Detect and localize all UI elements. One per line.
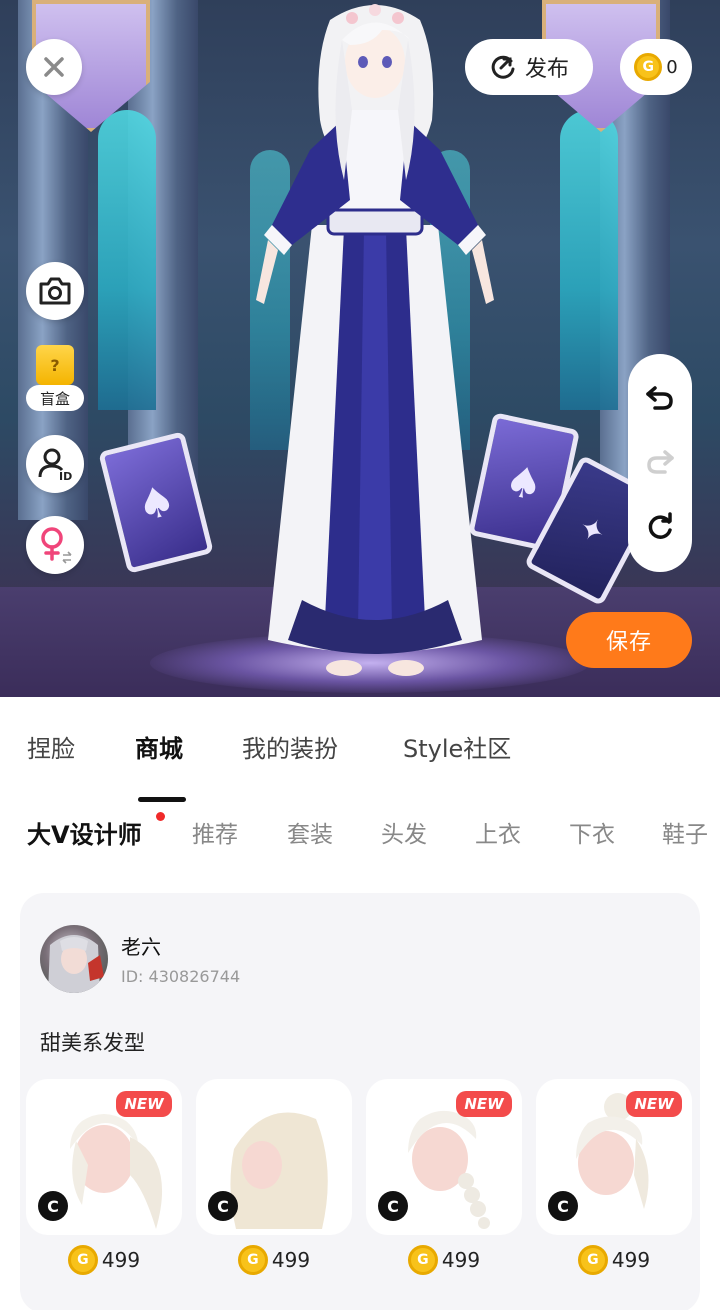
coin-icon: G — [407, 1245, 438, 1275]
main-tabs: 捏脸 商城 我的装扮 Style社区 — [0, 721, 720, 802]
undo-icon[interactable] — [645, 384, 675, 412]
female-icon — [41, 527, 72, 564]
close-icon — [44, 57, 64, 77]
designer-id: ID: 430826744 — [121, 967, 241, 986]
user-id-icon: ID — [38, 448, 72, 482]
price-value: 499 — [441, 1248, 481, 1272]
designer-card: 老六 ID: 430826744 甜美系发型 NEW C G 499 C G 4… — [20, 893, 700, 1310]
item-price: G 499 — [366, 1243, 522, 1277]
designer-avatar[interactable] — [40, 925, 108, 993]
history-controls — [628, 354, 692, 572]
price-value: 499 — [611, 1248, 651, 1272]
item-thumbnail: C — [196, 1079, 352, 1235]
blindbox-icon: ? — [36, 345, 74, 385]
item-price: G 499 — [536, 1243, 692, 1277]
coin-icon: G — [237, 1245, 268, 1275]
item-price: G 499 — [196, 1243, 352, 1277]
blindbox-label: 盲盒 — [26, 385, 84, 411]
reset-icon[interactable] — [645, 512, 675, 542]
coin-icon: G — [577, 1245, 608, 1275]
item-thumbnail: NEW C — [26, 1079, 182, 1235]
item-list: NEW C G 499 C G 499 NEW C G 499 NEW C G … — [26, 1079, 694, 1279]
price-value: 499 — [271, 1248, 311, 1272]
item-card[interactable]: NEW C G 499 — [366, 1079, 522, 1279]
category-tab-designer[interactable]: 大V设计师 — [27, 815, 142, 850]
camera-button[interactable] — [26, 262, 84, 320]
background-window — [560, 110, 618, 410]
gender-switch-button[interactable] — [26, 516, 84, 574]
save-button[interactable]: 保存 — [566, 612, 692, 668]
avatar-character[interactable] — [232, 0, 518, 690]
notification-dot — [156, 812, 165, 821]
new-badge: NEW — [626, 1091, 682, 1117]
publish-button[interactable]: 发布 — [465, 39, 593, 95]
designer-name[interactable]: 老六 — [121, 931, 161, 960]
svg-text:ID: ID — [59, 470, 72, 482]
coin-icon: G — [634, 53, 663, 81]
item-card[interactable]: NEW C G 499 — [536, 1079, 692, 1279]
creator-badge-icon: C — [548, 1191, 578, 1221]
category-tab-suits[interactable]: 套装 — [287, 815, 333, 849]
avatar-preview-scene[interactable]: ♠ ♠ ✦ ? 盲盒 ID 发布 G 0 保存 — [0, 0, 720, 697]
tab-face[interactable]: 捏脸 — [27, 729, 75, 764]
item-thumbnail: NEW C — [536, 1079, 692, 1235]
price-value: 499 — [101, 1248, 141, 1272]
category-tabs: 大V设计师 推荐 套装 头发 上衣 下衣 鞋子 — [0, 811, 720, 857]
close-button[interactable] — [26, 39, 82, 95]
avatar-id-button[interactable]: ID — [26, 435, 84, 493]
category-tab-recommend[interactable]: 推荐 — [192, 815, 238, 849]
creator-badge-icon: C — [378, 1191, 408, 1221]
avatar-image — [48, 935, 104, 993]
new-badge: NEW — [116, 1091, 172, 1117]
item-card[interactable]: NEW C G 499 — [26, 1079, 182, 1279]
collection-title: 甜美系发型 — [40, 1031, 145, 1055]
redo-icon[interactable] — [645, 448, 675, 476]
camera-icon — [39, 277, 71, 305]
item-price: G 499 — [26, 1243, 182, 1277]
publish-icon — [491, 55, 515, 79]
tab-shop[interactable]: 商城 — [135, 729, 183, 764]
tab-my-outfits[interactable]: 我的装扮 — [242, 729, 338, 764]
category-tab-tops[interactable]: 上衣 — [475, 815, 521, 849]
blindbox-button[interactable]: ? 盲盒 — [26, 345, 84, 411]
category-tab-bottoms[interactable]: 下衣 — [569, 815, 615, 849]
publish-label: 发布 — [524, 57, 569, 82]
coin-balance-value: 0 — [666, 56, 678, 78]
coin-icon: G — [67, 1245, 98, 1275]
category-tab-hair[interactable]: 头发 — [381, 815, 427, 849]
background-window — [98, 110, 156, 410]
active-tab-indicator — [138, 797, 186, 802]
coin-balance-button[interactable]: G 0 — [620, 39, 692, 95]
creator-badge-icon: C — [38, 1191, 68, 1221]
category-tab-shoes[interactable]: 鞋子 — [662, 815, 708, 849]
new-badge: NEW — [456, 1091, 512, 1117]
item-card[interactable]: C G 499 — [196, 1079, 352, 1279]
creator-badge-icon: C — [208, 1191, 238, 1221]
item-thumbnail: NEW C — [366, 1079, 522, 1235]
shop-panel: 捏脸 商城 我的装扮 Style社区 大V设计师 推荐 套装 头发 上衣 下衣 … — [0, 697, 720, 1310]
tab-style-community[interactable]: Style社区 — [403, 729, 511, 764]
